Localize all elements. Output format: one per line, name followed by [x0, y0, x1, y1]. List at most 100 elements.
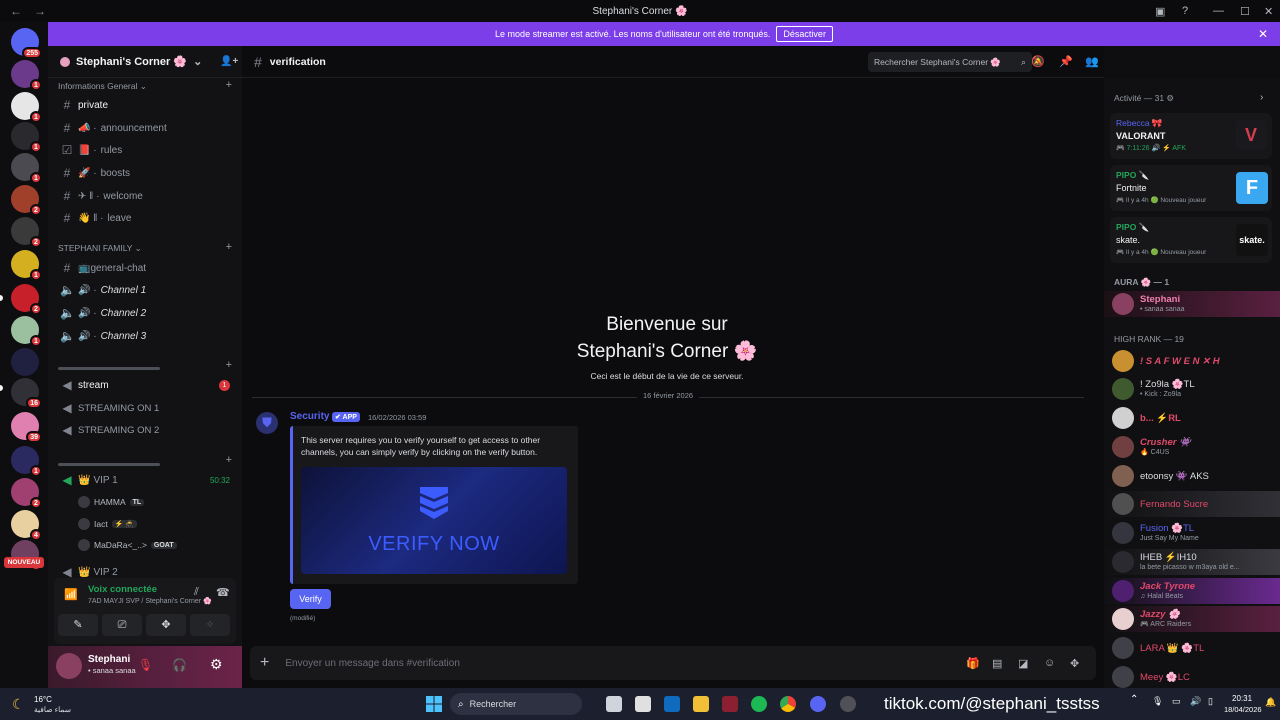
settings-gear-icon[interactable]: ⚙ [210, 656, 223, 673]
add-channel-icon[interactable]: + [226, 359, 232, 371]
server-icon[interactable]: 2 [11, 284, 42, 315]
server-icon[interactable]: 2 [11, 185, 42, 216]
verify-button[interactable]: Verify [290, 589, 331, 609]
activity-card[interactable]: PIPO 🔪 Fortnite 🎮 Il y a 4h 🟢 Nouveau jo… [1110, 165, 1272, 211]
disable-streamer-button[interactable]: Désactiver [776, 26, 833, 42]
notifications-muted-icon[interactable]: 🔕 [1031, 55, 1045, 68]
disconnect-icon[interactable]: ☎ [216, 586, 230, 599]
message-author[interactable]: Security [290, 411, 329, 422]
member-row[interactable]: Fernando Sucre [1104, 491, 1280, 517]
maximize-button[interactable]: ☐ [1240, 0, 1250, 22]
volume-icon[interactable]: 🔊 [1190, 696, 1201, 707]
discord-icon[interactable] [810, 696, 826, 712]
member-row[interactable]: etoonsy 👾 AKS [1104, 463, 1280, 489]
chevron-up-icon[interactable]: ⌃ [1130, 694, 1138, 705]
network-icon[interactable]: ▭ [1172, 696, 1181, 707]
battery-icon[interactable]: ▯ [1208, 696, 1213, 707]
close-window-button[interactable]: ✕ [1264, 0, 1273, 22]
member-row[interactable]: Fusion 🌸TL Just Say My Name [1104, 520, 1280, 546]
channel-boosts[interactable]: # 🚀 · boosts [56, 163, 236, 183]
outlook-icon[interactable] [664, 696, 680, 712]
taskbar-search[interactable]: ⌕ Rechercher [450, 693, 582, 715]
member-row[interactable]: ! Zo9la 🌸TL • Kick : Zo9la [1104, 376, 1280, 402]
voice-user[interactable]: Iact ⚡ 🥷 [78, 518, 138, 530]
server-icon[interactable] [11, 348, 39, 376]
gift-icon[interactable]: 🎁 [966, 657, 980, 670]
member-row[interactable]: Stephani • sanaa sanaa [1104, 291, 1280, 317]
apps-icon[interactable]: ✥ [1070, 657, 1079, 670]
screen-share-icon[interactable]: ⎚ [102, 614, 142, 636]
channel-announcement[interactable]: # 📣 · announcement [56, 118, 236, 138]
member-row[interactable]: IHEB ⚡IH10 la bete picasso w m3aya old e.… [1104, 549, 1280, 575]
avatar[interactable] [56, 653, 82, 679]
noise-suppression-icon[interactable]: ⫽ [194, 586, 199, 599]
sticker-icon[interactable]: ◪ [1018, 657, 1028, 670]
mic-muted-icon[interactable]: 🎙 [138, 658, 153, 672]
server-icon[interactable]: 16 [11, 378, 42, 409]
add-channel-icon[interactable]: + [226, 454, 232, 466]
channel-general-chat[interactable]: # 📺 general-chat [56, 258, 236, 278]
member-row[interactable]: ! S A F W E N ✕ H [1104, 348, 1280, 374]
minimize-button[interactable]: — [1213, 0, 1224, 22]
server-icon[interactable]: 2 [11, 478, 42, 509]
server-icon[interactable]: 1 [11, 316, 42, 347]
channel-private[interactable]: # private [56, 95, 236, 115]
notification-bell-icon[interactable]: 🔔 [1265, 697, 1276, 708]
message-input[interactable]: Envoyer un message dans #verification [285, 658, 460, 669]
file-explorer-icon[interactable] [693, 696, 709, 712]
signal-icon[interactable]: 📶 [64, 588, 78, 601]
chrome-icon[interactable] [780, 696, 796, 712]
voice-channel-1[interactable]: 🔈 🔊 · Channel 1 [56, 280, 236, 300]
channel-rules[interactable]: ☑ 📕 · rules [56, 140, 236, 160]
soundboard-icon[interactable]: ✧ [190, 614, 230, 636]
voice-user[interactable]: MaDaRa<_..> GOAT [78, 539, 177, 551]
spotify-icon[interactable] [751, 696, 767, 712]
member-list-icon[interactable]: 👥 [1085, 55, 1099, 68]
server-icon[interactable]: 2 [11, 217, 42, 248]
channel-leave[interactable]: # 👋 ‖ · leave [56, 208, 236, 228]
invite-icon[interactable]: 👤+ [220, 56, 238, 67]
gif-icon[interactable]: ▤ [992, 657, 1002, 670]
activity-card[interactable]: PIPO 🔪 skate. 🎮 Il y a 4h 🟢 Nouveau joue… [1110, 217, 1272, 263]
search-input[interactable]: Rechercher Stephani's Corner 🌸 ⌕ [868, 52, 1032, 72]
activity-card[interactable]: Rebecca 🎀 VALORANT 🎮 7:11:26 🔊 ⚡ AFK V [1110, 113, 1272, 159]
channel-streaming-on-2[interactable]: ◀ STREAMING ON 2 [56, 420, 236, 440]
server-icon[interactable]: 4 [11, 510, 42, 541]
server-icon[interactable]: 1 [11, 122, 42, 153]
inbox-icon[interactable]: ▣ [1155, 0, 1165, 22]
direct-messages-icon[interactable]: 255 [11, 28, 42, 59]
activities-icon[interactable]: ✥ [146, 614, 186, 636]
clock-time[interactable]: 20:31 [1232, 694, 1252, 703]
pin-icon[interactable]: 📌 [1059, 55, 1073, 68]
chevron-right-icon[interactable]: › [1260, 92, 1263, 103]
headphones-muted-icon[interactable]: 🎧 [172, 658, 187, 672]
voice-channel-vip1[interactable]: ◀ 👑 VIP 1 50:32 [56, 470, 236, 490]
channel-welcome[interactable]: # ✈ ‖ · welcome [56, 186, 236, 206]
app-icon[interactable] [840, 696, 856, 712]
voice-user[interactable]: HAMMA TL [78, 496, 145, 508]
task-view-icon[interactable] [606, 696, 622, 712]
server-header[interactable]: Stephani's Corner 🌸 ⌄ 👤+ [48, 46, 242, 78]
voice-channel-3[interactable]: 🔈 🔊 · Channel 3 [56, 326, 236, 346]
emoji-icon[interactable]: ☺ [1044, 657, 1055, 669]
server-icon[interactable]: 39 [11, 412, 42, 443]
add-channel-icon[interactable]: + [226, 79, 232, 91]
server-icon[interactable]: 1 [11, 446, 42, 477]
close-icon[interactable]: ✕ [1258, 27, 1268, 41]
server-icon[interactable]: 1 [11, 153, 42, 184]
app-icon[interactable] [722, 696, 738, 712]
channel-stream[interactable]: ◀ stream 1 [56, 375, 236, 395]
add-attachment-icon[interactable]: + [260, 654, 269, 672]
server-icon[interactable]: 1 [11, 250, 42, 281]
category-stephani-family[interactable]: STEPHANI FAMILY ⌄ [58, 243, 142, 254]
member-row[interactable]: Meey 🌸LC [1104, 664, 1280, 690]
member-row[interactable]: Jazzy 🌸 🎮 ARC Raiders [1104, 606, 1280, 632]
channel-streaming-on-1[interactable]: ◀ STREAMING ON 1 [56, 398, 236, 418]
camera-off-icon[interactable]: ✎ [58, 614, 98, 636]
server-icon[interactable]: 1 [11, 60, 42, 91]
help-icon[interactable]: ? [1182, 0, 1188, 22]
windows-start-icon[interactable] [426, 696, 442, 712]
clock-date[interactable]: 18/04/2026 [1224, 705, 1262, 714]
member-row[interactable]: b... ⚡RL [1104, 405, 1280, 431]
calendar-app-icon[interactable] [635, 696, 651, 712]
